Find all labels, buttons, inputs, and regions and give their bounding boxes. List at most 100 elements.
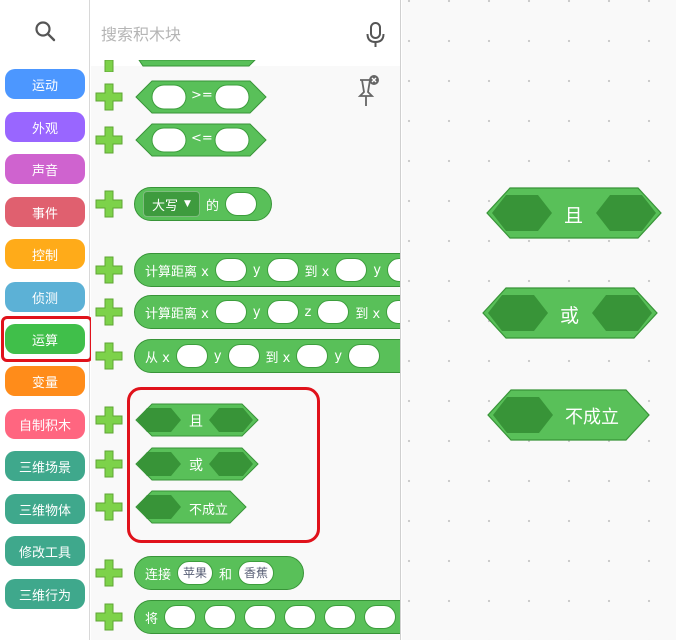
number-slot[interactable] (214, 258, 247, 282)
workspace-and-block[interactable]: 且 (486, 187, 662, 239)
add-block-button[interactable] (94, 297, 124, 327)
pin-palette-button[interactable] (356, 74, 382, 108)
plus-icon (95, 126, 123, 154)
workspace-not-block[interactable]: 不成立 (487, 389, 650, 441)
pin-icon (356, 75, 382, 112)
add-block-button[interactable] (94, 82, 124, 112)
text-slot[interactable] (244, 605, 277, 629)
category-variables[interactable]: 变量 (5, 366, 85, 396)
number-slot[interactable] (266, 258, 299, 282)
number-slot[interactable] (335, 258, 368, 282)
number-slot[interactable] (214, 300, 247, 324)
number-slot[interactable] (175, 344, 208, 368)
script-workspace[interactable]: 且 或 不成立 (402, 0, 676, 640)
plus-icon (95, 603, 123, 631)
number-slot[interactable] (348, 344, 381, 368)
add-block-button[interactable] (94, 189, 124, 219)
add-block-button[interactable] (94, 449, 124, 479)
category-3d-scene[interactable]: 三维场景 (5, 451, 85, 481)
search-button[interactable] (2, 2, 88, 64)
category-motion[interactable]: 运动 (5, 69, 85, 99)
category-my-blocks[interactable]: 自制积木 (5, 409, 85, 439)
and-label: 且 (564, 205, 584, 227)
number-slot[interactable] (227, 344, 260, 368)
category-label: 变量 (31, 375, 58, 391)
category-label: 三维行为 (18, 588, 71, 604)
operator-text: <= (191, 131, 213, 146)
category-label: 三维场景 (18, 460, 71, 476)
voice-search-button[interactable] (361, 20, 391, 50)
le-compare-block[interactable]: <= (135, 123, 267, 157)
search-input[interactable] (101, 19, 351, 49)
workspace-or-block[interactable]: 或 (482, 287, 658, 339)
plus-icon (95, 83, 123, 111)
category-label: 三维物体 (18, 503, 71, 519)
direction-block[interactable]: 从 x y 到 x y (134, 339, 400, 373)
category-label: 控制 (31, 248, 58, 264)
block-text: 到 x (355, 306, 381, 322)
category-label: 声音 (31, 163, 58, 179)
plus-icon (95, 342, 123, 370)
text-slot[interactable] (224, 192, 257, 216)
category-sensing[interactable]: 侦测 (5, 282, 85, 312)
plus-icon (104, 60, 114, 72)
block-text: 计算距离 x (145, 264, 209, 280)
category-label: 修改工具 (18, 545, 71, 561)
plus-icon (95, 493, 123, 521)
block-text: y (252, 262, 261, 278)
add-block-button[interactable] (94, 492, 124, 522)
dropdown-arrow-icon: ▼ (184, 199, 191, 209)
text-slot[interactable] (364, 605, 397, 629)
block-text: 将 (145, 611, 159, 627)
plus-icon (95, 190, 123, 218)
number-slot[interactable] (387, 258, 400, 282)
palette-search-bar (91, 0, 400, 66)
text-slot[interactable] (324, 605, 357, 629)
add-block-button[interactable] (94, 341, 124, 371)
plus-icon (95, 450, 123, 478)
add-block-button[interactable] (94, 405, 124, 435)
number-slot[interactable] (386, 300, 400, 324)
ge-compare-block[interactable]: >= (135, 80, 267, 114)
category-events[interactable]: 事件 (5, 197, 85, 227)
category-label: 事件 (31, 206, 58, 222)
case-dropdown[interactable]: 大写 ▼ (143, 191, 200, 217)
add-block-button[interactable] (94, 255, 124, 285)
category-control[interactable]: 控制 (5, 239, 85, 269)
category-label: 自制积木 (18, 418, 71, 434)
plus-icon (95, 406, 123, 434)
block-text: 到 x (265, 350, 291, 366)
join-block[interactable]: 连接 苹果 和 香蕉 (134, 556, 304, 590)
category-sound[interactable]: 声音 (5, 154, 85, 184)
put-block[interactable]: 将 (134, 600, 400, 634)
category-label: 运动 (31, 78, 58, 94)
distance-3d-block[interactable]: 计算距离 x y z 到 x (134, 295, 400, 329)
text-slot[interactable]: 苹果 (177, 561, 214, 585)
text-slot[interactable] (204, 605, 237, 629)
number-slot[interactable] (317, 300, 350, 324)
category-3d-behavior[interactable]: 三维行为 (5, 579, 85, 609)
not-label: 不成立 (565, 407, 619, 428)
boolean-blocks-highlight (127, 387, 320, 543)
block-text: y (213, 348, 222, 364)
block-text: y (252, 304, 261, 320)
category-3d-object[interactable]: 三维物体 (5, 494, 85, 524)
text-slot[interactable] (164, 605, 197, 629)
add-block-button[interactable] (94, 558, 124, 588)
block-palette: >= <= 大写 ▼ 的 计算距离 x y 到 x y 计算距离 x (91, 0, 401, 640)
category-column: 运动 外观 声音 事件 控制 侦测 运算 变量 自制积木 三维场景 三维物体 修… (0, 0, 93, 640)
block-text: z (304, 304, 312, 320)
text-case-block[interactable]: 大写 ▼ 的 (134, 187, 272, 221)
number-slot[interactable] (296, 344, 329, 368)
category-looks[interactable]: 外观 (5, 112, 85, 142)
distance-2d-block[interactable]: 计算距离 x y 到 x y (134, 253, 400, 287)
text-slot[interactable] (284, 605, 317, 629)
add-block-button[interactable] (94, 125, 124, 155)
block-text: y (373, 262, 382, 278)
text-slot[interactable]: 香蕉 (238, 561, 275, 585)
number-slot[interactable] (266, 300, 299, 324)
block-text: 和 (219, 567, 233, 583)
selected-category-highlight (1, 316, 93, 362)
category-modify-tool[interactable]: 修改工具 (5, 536, 85, 566)
add-block-button[interactable] (94, 602, 124, 632)
